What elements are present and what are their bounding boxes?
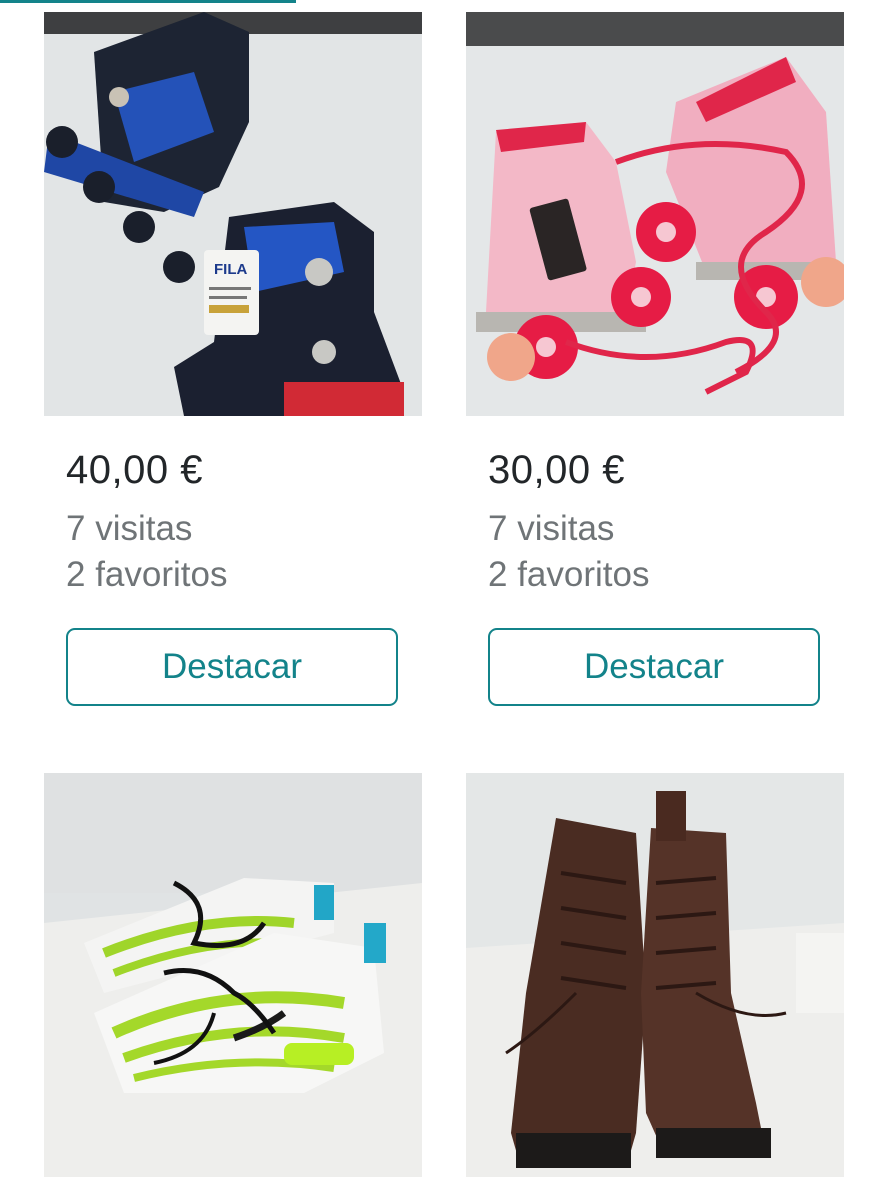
tab-indicator bbox=[0, 0, 296, 3]
listing-favorites: 2 favoritos bbox=[66, 555, 228, 594]
listing-favorites: 2 favoritos bbox=[488, 555, 650, 594]
listing-price: 40,00 € bbox=[66, 448, 203, 492]
promote-button[interactable]: Destacar bbox=[66, 628, 398, 706]
listing-price: 30,00 € bbox=[488, 448, 625, 492]
listing-visits: 7 visitas bbox=[488, 509, 615, 548]
promote-button[interactable]: Destacar bbox=[488, 628, 820, 706]
listing-card-4[interactable] bbox=[466, 773, 844, 1177]
listing-card-3[interactable] bbox=[44, 773, 422, 1177]
listing-photo-inline-skates[interactable]: FILA bbox=[44, 12, 422, 416]
listing-card-1[interactable]: FILA 40,00 € 7 visitas 2 favoritos Desta… bbox=[44, 12, 422, 706]
listing-photo-roller-skates[interactable] bbox=[466, 12, 844, 416]
svg-text:FILA: FILA bbox=[214, 261, 247, 278]
listing-visits: 7 visitas bbox=[66, 509, 193, 548]
listing-photo-sneakers[interactable] bbox=[44, 773, 422, 1177]
listing-photo-boots[interactable] bbox=[466, 773, 844, 1177]
listing-card-2[interactable]: 30,00 € 7 visitas 2 favoritos Destacar bbox=[466, 12, 844, 706]
